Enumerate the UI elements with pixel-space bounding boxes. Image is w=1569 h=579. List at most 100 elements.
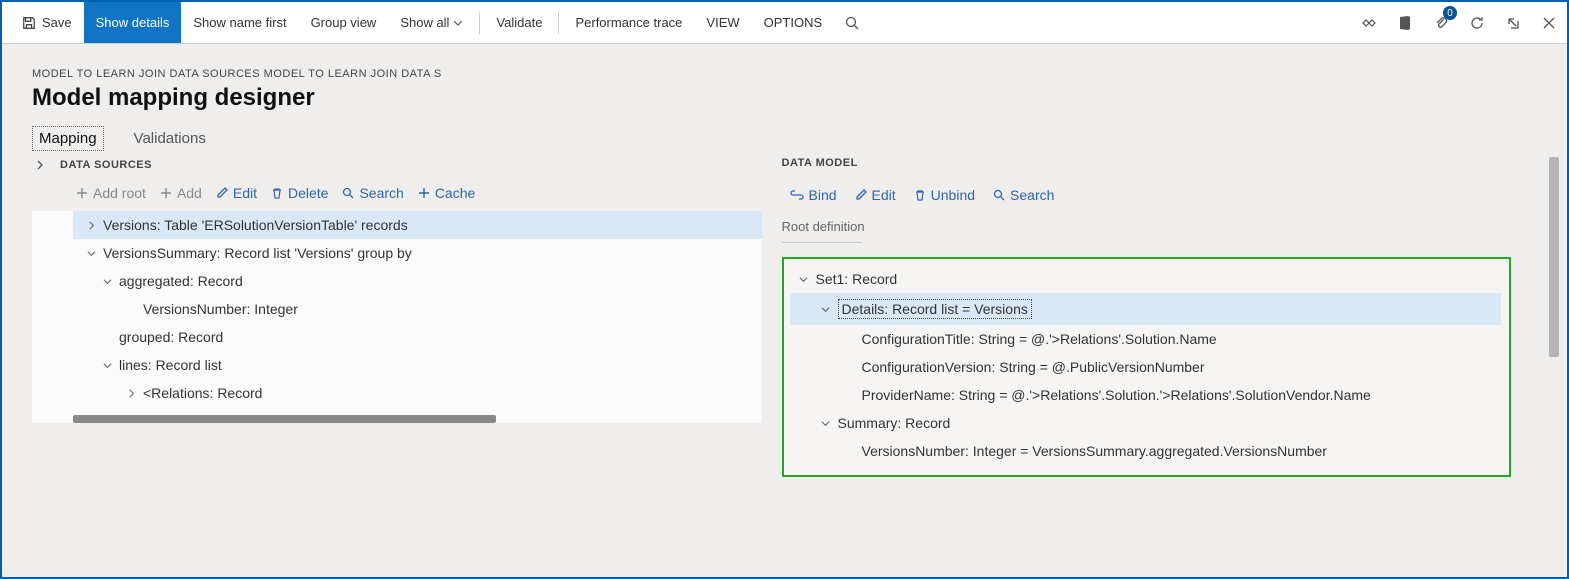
horizontal-scrollbar[interactable] bbox=[73, 415, 496, 423]
dm-search-label: Search bbox=[1010, 187, 1054, 203]
tree-node-aggregated[interactable]: aggregated: Record bbox=[73, 267, 762, 295]
attachments-button[interactable]: 0 bbox=[1423, 2, 1459, 43]
data-model-tree: Set1: Record Details: Record list = Vers… bbox=[782, 257, 1512, 477]
refresh-button[interactable] bbox=[1459, 2, 1495, 43]
data-sources-actions: Add root Add Edit Delete Search bbox=[76, 185, 762, 201]
cache-button[interactable]: Cache bbox=[418, 185, 475, 201]
data-sources-tree: Versions: Table 'ERSolutionVersionTable'… bbox=[32, 211, 762, 423]
dm-search-button[interactable]: Search bbox=[993, 187, 1054, 203]
plus-icon bbox=[76, 187, 88, 199]
tree-node-grouped[interactable]: grouped: Record bbox=[73, 323, 762, 351]
tree-node-versions-number[interactable]: VersionsNumber: Integer bbox=[73, 295, 762, 323]
tab-mapping-label: Mapping bbox=[39, 130, 97, 147]
tree-label: lines: Record list bbox=[119, 357, 222, 373]
search-icon bbox=[993, 189, 1005, 201]
add-root-button[interactable]: Add root bbox=[76, 185, 146, 201]
tree-label: Versions: Table 'ERSolutionVersionTable'… bbox=[103, 217, 408, 233]
content-area: MODEL TO LEARN JOIN DATA SOURCES MODEL T… bbox=[2, 44, 1567, 577]
collapse-icon[interactable] bbox=[83, 249, 99, 258]
dm-node-provider-name[interactable]: ProviderName: String = @.'>Relations'.So… bbox=[790, 381, 1502, 409]
dm-label: Summary: Record bbox=[838, 415, 951, 431]
tabs: Mapping Validations bbox=[32, 126, 1537, 151]
show-name-first-button[interactable]: Show name first bbox=[181, 2, 298, 43]
perf-trace-label: Performance trace bbox=[575, 15, 682, 30]
show-all-button[interactable]: Show all bbox=[388, 2, 475, 43]
dm-label: Set1: Record bbox=[816, 271, 898, 287]
refresh-icon bbox=[1469, 15, 1485, 31]
dm-node-versions-number[interactable]: VersionsNumber: Integer = VersionsSummar… bbox=[790, 437, 1502, 465]
tree-label: grouped: Record bbox=[119, 329, 223, 345]
expand-icon[interactable] bbox=[123, 389, 139, 398]
plus-icon bbox=[160, 187, 172, 199]
tree-node-lines[interactable]: lines: Record list bbox=[73, 351, 762, 379]
ds-search-button[interactable]: Search bbox=[342, 185, 403, 201]
separator bbox=[558, 12, 559, 34]
options-label: OPTIONS bbox=[764, 15, 823, 30]
toolbar: Save Show details Show name first Group … bbox=[2, 2, 1567, 44]
show-details-label: Show details bbox=[96, 15, 170, 30]
expand-icon[interactable] bbox=[83, 221, 99, 230]
view-button[interactable]: VIEW bbox=[694, 2, 751, 43]
data-model-actions: Bind Edit Unbind Search bbox=[782, 187, 1512, 203]
delete-label: Delete bbox=[288, 185, 328, 201]
chevron-down-icon bbox=[453, 18, 463, 28]
collapse-types-button[interactable] bbox=[32, 157, 48, 173]
ds-edit-button[interactable]: Edit bbox=[216, 185, 257, 201]
pencil-icon bbox=[216, 187, 228, 199]
dm-edit-button[interactable]: Edit bbox=[855, 187, 896, 203]
delete-button[interactable]: Delete bbox=[271, 185, 328, 201]
dm-node-summary[interactable]: Summary: Record bbox=[790, 409, 1502, 437]
trash-icon bbox=[914, 189, 926, 201]
root-definition-field[interactable] bbox=[782, 242, 862, 243]
dm-node-set1[interactable]: Set1: Record bbox=[790, 265, 1502, 293]
data-model-panel: DATA MODEL Bind Edit Unbind Search bbox=[782, 157, 1538, 477]
collapse-icon[interactable] bbox=[99, 361, 115, 370]
save-icon bbox=[22, 16, 36, 30]
close-button[interactable] bbox=[1531, 2, 1567, 43]
tab-validations[interactable]: Validations bbox=[132, 126, 208, 151]
popout-icon bbox=[1505, 15, 1521, 31]
tab-mapping[interactable]: Mapping bbox=[32, 126, 104, 151]
data-sources-header: DATA SOURCES bbox=[60, 159, 152, 171]
tree-node-versions-summary[interactable]: VersionsSummary: Record list 'Versions' … bbox=[73, 239, 762, 267]
data-model-header: DATA MODEL bbox=[782, 157, 1512, 169]
separator bbox=[479, 12, 480, 34]
search-icon bbox=[844, 15, 860, 31]
office-button[interactable] bbox=[1387, 2, 1423, 43]
perf-trace-button[interactable]: Performance trace bbox=[563, 2, 694, 43]
save-button[interactable]: Save bbox=[10, 2, 84, 43]
collapse-icon[interactable] bbox=[796, 275, 812, 284]
group-view-button[interactable]: Group view bbox=[299, 2, 389, 43]
dm-node-config-title[interactable]: ConfigurationTitle: String = @.'>Relatio… bbox=[790, 325, 1502, 353]
link-icon bbox=[790, 189, 804, 201]
dm-node-config-version[interactable]: ConfigurationVersion: String = @.PublicV… bbox=[790, 353, 1502, 381]
dm-node-details[interactable]: Details: Record list = Versions bbox=[790, 293, 1502, 325]
connector-icon bbox=[1361, 15, 1377, 31]
options-button[interactable]: OPTIONS bbox=[752, 2, 835, 43]
bind-button[interactable]: Bind bbox=[790, 187, 837, 203]
vertical-scrollbar[interactable] bbox=[1549, 157, 1559, 357]
data-sources-panel: DATA SOURCES Add root Add Edit Delete bbox=[32, 157, 762, 477]
add-button[interactable]: Add bbox=[160, 185, 202, 201]
popout-button[interactable] bbox=[1495, 2, 1531, 43]
dm-label: ConfigurationVersion: String = @.PublicV… bbox=[862, 359, 1205, 375]
tree-node-versions[interactable]: Versions: Table 'ERSolutionVersionTable'… bbox=[73, 211, 762, 239]
dm-edit-label: Edit bbox=[872, 187, 896, 203]
tab-validations-label: Validations bbox=[134, 130, 206, 147]
unbind-button[interactable]: Unbind bbox=[914, 187, 975, 203]
show-all-label: Show all bbox=[400, 15, 449, 30]
cache-label: Cache bbox=[435, 185, 475, 201]
search-button[interactable] bbox=[834, 2, 870, 43]
collapse-icon[interactable] bbox=[99, 277, 115, 286]
collapse-icon[interactable] bbox=[818, 305, 834, 314]
tree-node-relations[interactable]: <Relations: Record bbox=[73, 379, 762, 407]
tree-label: <Relations: Record bbox=[143, 385, 262, 401]
collapse-icon[interactable] bbox=[818, 419, 834, 428]
show-details-button[interactable]: Show details bbox=[84, 2, 182, 43]
dm-label: Details: Record list = Versions bbox=[838, 299, 1032, 319]
group-view-label: Group view bbox=[311, 15, 377, 30]
show-name-first-label: Show name first bbox=[193, 15, 286, 30]
connector-button[interactable] bbox=[1351, 2, 1387, 43]
office-icon bbox=[1397, 15, 1413, 31]
validate-button[interactable]: Validate bbox=[484, 2, 554, 43]
